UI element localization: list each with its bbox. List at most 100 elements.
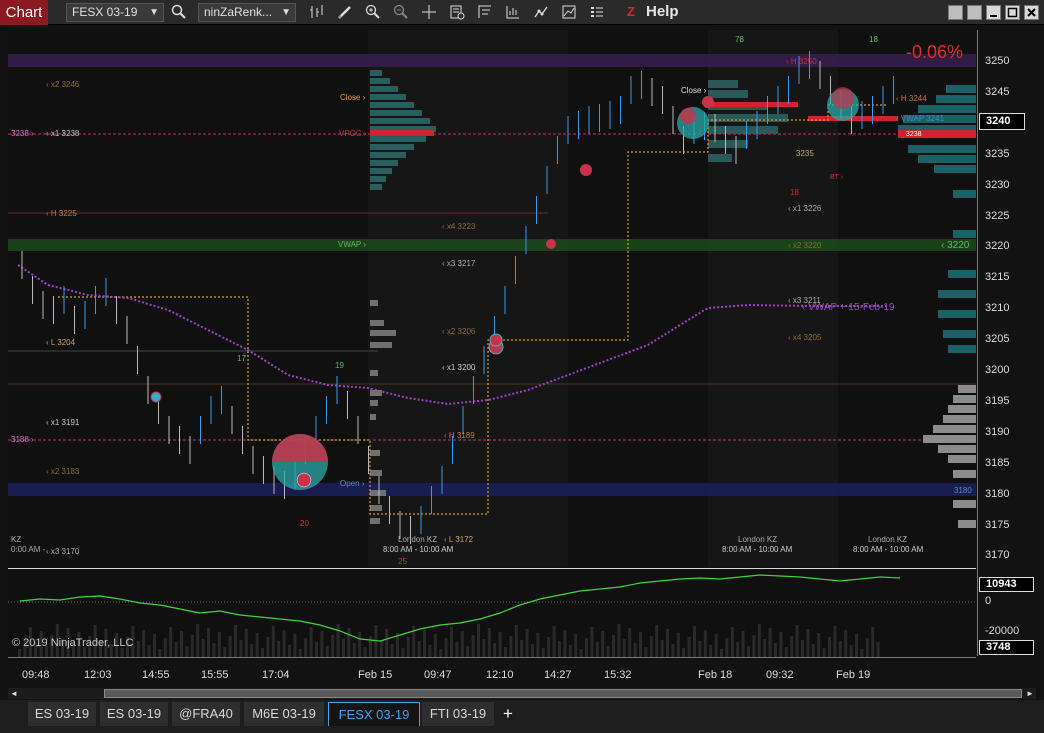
scroll-right-icon[interactable]: ► xyxy=(1024,688,1036,699)
scroll-left-icon[interactable]: ◄ xyxy=(8,688,20,699)
price-axis-label: 3205 xyxy=(985,333,1010,346)
tab-es-03-19[interactable]: ES 03-19 xyxy=(28,702,96,726)
zoom-in-icon[interactable] xyxy=(364,4,382,21)
chart-trader-icon[interactable] xyxy=(504,4,522,21)
volume-bar xyxy=(633,643,637,657)
indicator-panel[interactable] xyxy=(8,568,976,657)
volume-bar xyxy=(720,649,723,657)
horizontal-scrollbar[interactable]: ◄ ► xyxy=(8,688,1036,699)
strategy-icon[interactable] xyxy=(532,4,550,21)
tab-es-03-19-2[interactable]: ES 03-19 xyxy=(100,702,168,726)
volume-profile-right-lower xyxy=(923,385,976,528)
data-box-icon[interactable] xyxy=(448,4,466,21)
maximize-icon[interactable] xyxy=(1005,5,1020,20)
swing-count: 25 xyxy=(398,557,407,566)
volume-bar xyxy=(649,636,653,657)
tab-m6e-03-19[interactable]: M6E 03-19 xyxy=(244,702,324,726)
volume-bar xyxy=(817,633,821,657)
help-menu[interactable]: Help xyxy=(646,3,679,20)
close-icon[interactable] xyxy=(1024,5,1039,20)
volume-bar xyxy=(304,638,308,657)
annotation: ‹ x2 3206 xyxy=(442,327,476,336)
volume-bar xyxy=(207,628,210,657)
tab-fra40[interactable]: @FRA40 xyxy=(172,702,240,726)
volume-bar xyxy=(212,643,216,657)
restore-icon[interactable] xyxy=(948,5,963,20)
scroll-thumb[interactable] xyxy=(104,689,1022,698)
annotation: ‹ x4 3205 xyxy=(788,333,822,342)
volume-bar xyxy=(293,634,297,657)
annotation: KZ xyxy=(11,535,21,544)
annotation: ‹ x2 3183 xyxy=(46,467,80,476)
ninzarenko-logo-icon[interactable]: Z xyxy=(624,5,638,19)
volume-bubble xyxy=(702,96,714,108)
swing-count: 18 xyxy=(790,188,799,197)
swing-count: 19 xyxy=(335,361,344,370)
annotation: ‹ L 3204 xyxy=(46,338,76,347)
annotation: Open › xyxy=(340,479,365,488)
price-axis-label: 3230 xyxy=(985,178,1010,191)
volume-bar xyxy=(725,638,729,657)
volume-bar xyxy=(271,626,275,657)
volume-bar xyxy=(477,624,480,657)
volume-bar xyxy=(547,637,551,657)
templates-icon[interactable] xyxy=(476,4,494,21)
volume-profile-right xyxy=(898,85,976,353)
time-axis-label: 14:55 xyxy=(142,669,170,681)
volume-bar xyxy=(142,630,146,657)
volume-bar xyxy=(228,636,232,657)
zoom-out-icon[interactable] xyxy=(392,4,410,21)
chart-window-tab[interactable]: Chart xyxy=(0,0,48,25)
annotation: 8:00 AM - 10:00 AM xyxy=(722,545,793,554)
cumulative-delta-line xyxy=(19,574,901,642)
swing-count: 20 xyxy=(300,519,309,528)
volume-bar xyxy=(244,629,248,657)
volume-bar xyxy=(536,633,540,657)
minimize-icon[interactable] xyxy=(986,5,1001,20)
volume-bar xyxy=(795,625,799,657)
volume-bar xyxy=(552,626,556,657)
volume-bar xyxy=(828,637,831,657)
volume-bar xyxy=(763,639,767,657)
delta-current-marker: 10943 xyxy=(979,577,1034,592)
tab-fesx-03-19[interactable]: FESX 03-19 xyxy=(328,702,420,726)
volume-bar xyxy=(498,632,502,657)
chart-window: Chart FESX 03-19 ▼ ninZaRenk... ▼ Z Help… xyxy=(0,0,1044,733)
annotation: ‹ x2 3220 xyxy=(788,241,822,250)
bar-type-selector[interactable]: ninZaRenk... ▼ xyxy=(198,3,296,22)
volume-bar xyxy=(644,647,648,657)
tab-fti-03-19[interactable]: FTI 03-19 xyxy=(422,702,494,726)
percent-change: -0.06% xyxy=(906,42,964,62)
volume-bar xyxy=(876,642,880,657)
volume-bar xyxy=(838,641,842,657)
volume-bar xyxy=(239,640,243,657)
draw-icon[interactable] xyxy=(336,4,354,21)
volume-bar xyxy=(774,643,777,657)
price-panel[interactable]: ‹ x2 3246 3238 › ‹ x1 3238 ‹ H 3225 ‹ L … xyxy=(8,30,978,567)
volume-histogram xyxy=(18,624,880,657)
instrument-selector[interactable]: FESX 03-19 ▼ xyxy=(66,3,164,22)
annotation: ‹ VWAP 3241 xyxy=(896,114,945,123)
volume-bar xyxy=(347,628,351,657)
properties-icon[interactable] xyxy=(588,4,606,21)
volume-bar xyxy=(455,642,459,657)
indicators-icon[interactable] xyxy=(560,4,578,21)
volume-bar xyxy=(223,647,227,657)
add-tab-button[interactable]: + xyxy=(498,702,518,726)
price-axis-label: 3180 xyxy=(985,487,1010,500)
annotation: ‹ 3220 xyxy=(941,240,970,251)
volume-bar xyxy=(595,642,599,657)
volume-bar xyxy=(509,636,513,657)
search-icon[interactable] xyxy=(170,4,188,21)
bar-type-icon[interactable] xyxy=(308,4,326,21)
volume-bar xyxy=(325,646,329,657)
volume-bubble xyxy=(546,239,556,249)
volume-bar xyxy=(153,634,156,657)
sub-axis-neg: -20000 xyxy=(985,625,1020,637)
annotation: 0:00 AM - xyxy=(11,545,46,554)
annotation: ‹ L 3172 xyxy=(444,535,474,544)
volume-bar xyxy=(255,633,259,657)
volume-bar xyxy=(622,639,626,657)
tile-icon[interactable] xyxy=(967,5,982,20)
crosshair-icon[interactable] xyxy=(420,4,438,21)
